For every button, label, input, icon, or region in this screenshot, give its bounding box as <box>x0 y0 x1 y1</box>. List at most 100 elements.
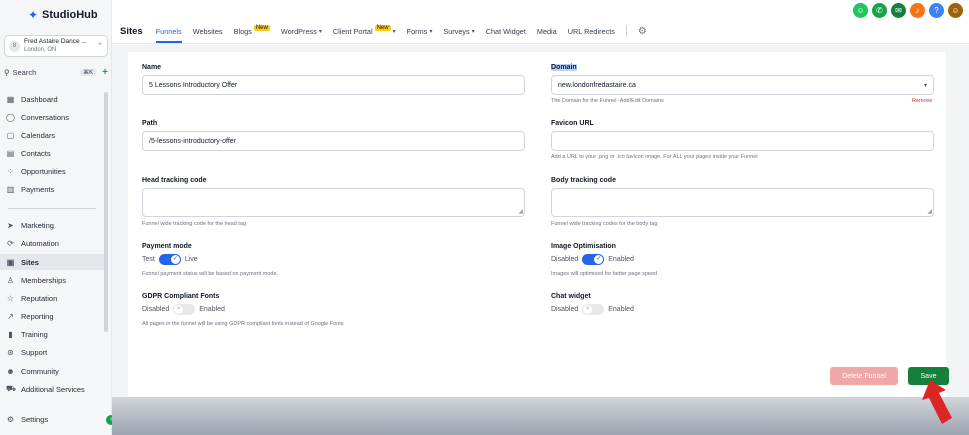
tab-surveys[interactable]: Surveys ▾ <box>443 27 474 36</box>
delete-funnel-button[interactable]: Delete Funnel <box>830 367 898 385</box>
gdpr-help: All pages in the funnel will be using GD… <box>142 321 344 327</box>
tab-media[interactable]: Media <box>537 27 557 36</box>
name-field[interactable]: 5 Lessons Introductory Offer <box>142 75 525 95</box>
gdpr-toggle-row: Disabled × Enabled <box>142 304 225 315</box>
sidebar-item-conversations[interactable]: ◯ Conversations <box>0 109 104 125</box>
tab-wordpress[interactable]: WordPress ▾ <box>281 27 322 36</box>
tab-forms[interactable]: Forms ▾ <box>407 27 433 36</box>
new-badge: New <box>253 25 270 31</box>
sidebar-item-support[interactable]: ⊛ Support <box>0 344 104 360</box>
sidebar-item-memberships[interactable]: ♙ Memberships <box>0 272 104 288</box>
sidebar-scrollbar[interactable] <box>104 92 108 332</box>
automation-icon: ⟳ <box>7 238 14 248</box>
sidebar-item-label: Memberships <box>21 275 67 285</box>
tab-client-portal[interactable]: Client Portal New ▾ <box>333 25 396 36</box>
tab-chat-widget[interactable]: Chat Widget <box>486 27 526 36</box>
page-title: Sites <box>120 25 143 37</box>
bell-icon[interactable]: ♪ <box>910 3 925 18</box>
chat-icon: ◯ <box>6 112 15 122</box>
plus-icon[interactable]: + <box>102 67 108 78</box>
megaphone-icon[interactable]: ✉ <box>891 3 906 18</box>
funnel-settings-panel: Name 5 Lessons Introductory Offer Domain… <box>128 52 949 397</box>
tab-url-redirects[interactable]: URL Redirects <box>568 27 615 36</box>
annotation-arrow-icon <box>922 380 952 424</box>
sidebar-item-payments[interactable]: ▥ Payments <box>0 181 104 197</box>
sidebar-item-additional-services[interactable]: ⛟ Additional Services <box>0 381 104 397</box>
avatar[interactable]: ☺ <box>948 3 963 18</box>
payment-mode-toggle[interactable]: ✓ <box>158 254 181 265</box>
phone-icon[interactable]: ✆ <box>872 3 887 18</box>
image-optimisation-label: Image Optimisation <box>551 243 616 250</box>
memberships-icon: ♙ <box>6 275 15 285</box>
sidebar-item-reputation[interactable]: ☆ Reputation <box>0 290 104 306</box>
image-optimisation-toggle[interactable]: ✓ <box>582 254 605 265</box>
sidebar-item-label: Sites <box>21 257 39 267</box>
x-icon: × <box>583 305 593 314</box>
head-tracking-label: Head tracking code <box>142 177 207 184</box>
sidebar-item-community[interactable]: ☻ Community <box>0 363 104 379</box>
sidebar-item-marketing[interactable]: ➤ Marketing <box>0 217 104 233</box>
sites-icon: ▣ <box>6 257 15 267</box>
tab-funnels[interactable]: Funnels <box>155 27 182 43</box>
chevron-down-icon: ▾ <box>429 28 433 35</box>
opportunities-icon: ⁘ <box>7 166 14 176</box>
gdpr-fonts-toggle[interactable]: × <box>173 304 196 315</box>
cart-icon: ⛟ <box>6 384 17 393</box>
sidebar-item-sites[interactable]: ▣ Sites <box>0 254 104 270</box>
tab-label: Media <box>536 26 557 36</box>
new-badge: New <box>374 25 391 31</box>
domain-select[interactable]: new.londonfredastaire.ca ▾ <box>551 75 934 95</box>
path-field[interactable]: /5-lessons-introductory-offer <box>142 131 525 151</box>
chevron-updown-icon: ⌃ <box>97 43 103 50</box>
sidebar-item-label: Automation <box>21 238 59 248</box>
chevron-down-icon: ▾ <box>471 28 475 35</box>
sidebar-item-label: Support <box>21 347 48 357</box>
sidebar-item-label: Contacts <box>21 148 51 158</box>
toggle-left-label: Disabled <box>551 256 579 263</box>
body-tracking-textarea[interactable]: ◢ <box>551 188 934 217</box>
image-optimisation-help: Images will optimised for better page sp… <box>551 271 658 277</box>
chat-widget-label: Chat widget <box>551 293 591 300</box>
account-switcher[interactable]: 8 Fred Astaire Dance ... London, ON ⌃ <box>4 35 108 57</box>
payment-mode-toggle-row: Test ✓ Live <box>142 254 198 265</box>
sidebar-item-label: Opportunities <box>21 166 66 176</box>
resize-grip-icon[interactable]: ◢ <box>927 209 932 215</box>
name-label: Name <box>142 64 162 71</box>
gear-icon[interactable]: ⚙ <box>638 26 647 37</box>
resize-grip-icon[interactable]: ◢ <box>518 209 523 215</box>
dashboard-icon: ▦ <box>6 94 15 104</box>
brand-logo[interactable]: ✦ StudioHub <box>28 9 98 21</box>
gear-icon: ⚙ <box>6 414 15 424</box>
search-input[interactable]: ⚲ Search ⌘K + <box>4 66 108 78</box>
sidebar-item-reporting[interactable]: ↗ Reporting <box>0 308 104 324</box>
favicon-label: Favicon URL <box>551 120 594 127</box>
sidebar-item-training[interactable]: ▮ Training <box>0 326 104 342</box>
remove-domain-link[interactable]: Remove <box>912 98 932 104</box>
tab-websites[interactable]: Websites <box>193 27 223 36</box>
send-icon: ➤ <box>7 220 14 230</box>
sidebar-item-label: Calendars <box>21 130 56 140</box>
favicon-url-field[interactable] <box>551 131 934 151</box>
sidebar-item-opportunities[interactable]: ⁘ Opportunities <box>0 163 104 179</box>
tab-blogs[interactable]: Blogs New <box>234 25 270 36</box>
toggle-left-label: Disabled <box>142 306 170 313</box>
tab-label: WordPress <box>280 26 317 36</box>
chevron-down-icon: ▾ <box>923 82 927 89</box>
lightning-icon: ✦ <box>28 8 39 22</box>
head-tracking-textarea[interactable]: ◢ <box>142 188 525 217</box>
chat-icon[interactable]: ☺ <box>853 3 868 18</box>
sidebar-item-settings[interactable]: ⚙ Settings <box>0 411 104 427</box>
sidebar-item-dashboard[interactable]: ▦ Dashboard <box>0 91 104 107</box>
sidebar-item-calendars[interactable]: ▢ Calendars <box>0 127 104 143</box>
sidebar-item-label: Payments <box>21 184 55 194</box>
path-label: Path <box>142 120 158 127</box>
help-icon[interactable]: ? <box>929 3 944 18</box>
x-icon: × <box>174 305 184 314</box>
sidebar-item-contacts[interactable]: ▤ Contacts <box>0 145 104 161</box>
sidebar-item-automation[interactable]: ⟳ Automation <box>0 235 104 251</box>
domain-help: The Domain for the Funnel -Add/Edit Doma… <box>551 98 664 104</box>
sidebar-item-label: Additional Services <box>21 384 85 394</box>
gdpr-fonts-label: GDPR Compliant Fonts <box>142 293 220 300</box>
chat-widget-toggle[interactable]: × <box>582 304 605 315</box>
sidebar-item-label: Training <box>21 329 48 339</box>
